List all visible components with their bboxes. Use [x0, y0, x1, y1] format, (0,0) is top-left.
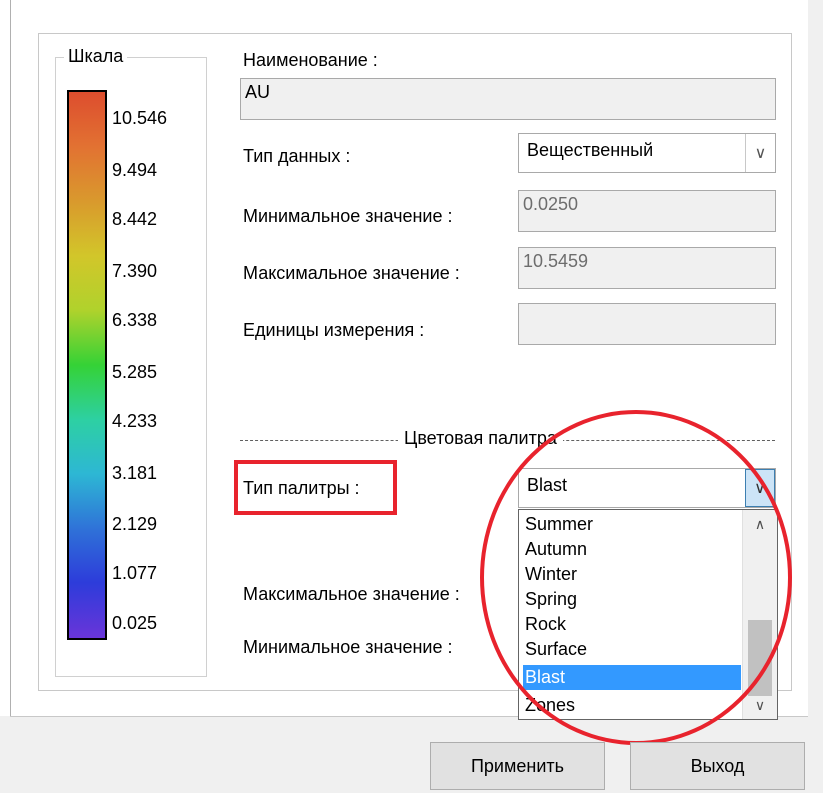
color-segment — [69, 474, 105, 529]
annotation-highlight-box — [234, 460, 397, 515]
color-segment — [69, 201, 105, 256]
palette-max-label: Максимальное значение : — [243, 584, 460, 604]
max-value-label: Максимальное значение : — [243, 263, 460, 283]
color-segment — [69, 528, 105, 584]
chevron-down-icon[interactable]: ∨ — [745, 134, 775, 172]
color-segment — [69, 583, 105, 638]
color-segment — [69, 255, 105, 311]
color-segment — [69, 364, 105, 420]
color-segment — [69, 92, 105, 147]
data-type-select[interactable]: Вещественный ∨ — [518, 133, 776, 173]
chevron-down-icon[interactable]: ∨ — [743, 691, 777, 719]
scale-tick-label: 5.285 — [112, 362, 158, 382]
palette-min-label: Минимальное значение : — [243, 637, 453, 657]
scale-tick-label: 9.494 — [112, 160, 158, 180]
scale-tick-label: 2.129 — [112, 514, 158, 534]
color-segment — [69, 146, 105, 202]
annotation-circle — [480, 410, 792, 745]
min-value-field[interactable]: 0.0250 — [518, 190, 776, 232]
scale-tick-label: 6.338 — [112, 310, 158, 330]
scale-tick-label: 7.390 — [112, 261, 158, 281]
max-value-field[interactable]: 10.5459 — [518, 247, 776, 289]
scale-tick-label: 4.233 — [112, 411, 158, 431]
min-value-label: Минимальное значение : — [243, 206, 453, 226]
units-field[interactable] — [518, 303, 776, 345]
data-type-value: Вещественный — [527, 140, 654, 160]
color-segment — [69, 419, 105, 475]
scale-tick-label: 1.077 — [112, 563, 158, 583]
scale-tick-label: 3.181 — [112, 463, 158, 483]
units-label: Единицы измерения : — [243, 320, 425, 340]
exit-button[interactable]: Выход — [630, 742, 805, 790]
panel-left-border — [10, 0, 11, 716]
scale-title: Шкала — [64, 46, 128, 67]
data-type-label: Тип данных : — [243, 146, 351, 166]
color-scale-bar — [67, 90, 107, 640]
color-segment — [69, 310, 105, 365]
name-label: Наименование : — [243, 50, 378, 70]
scale-tick-label: 10.546 — [112, 108, 168, 128]
scale-tick-label: 8.442 — [112, 209, 158, 229]
apply-button[interactable]: Применить — [430, 742, 605, 790]
scale-tick-label: 0.025 — [112, 613, 158, 633]
name-field[interactable]: AU — [240, 78, 776, 120]
